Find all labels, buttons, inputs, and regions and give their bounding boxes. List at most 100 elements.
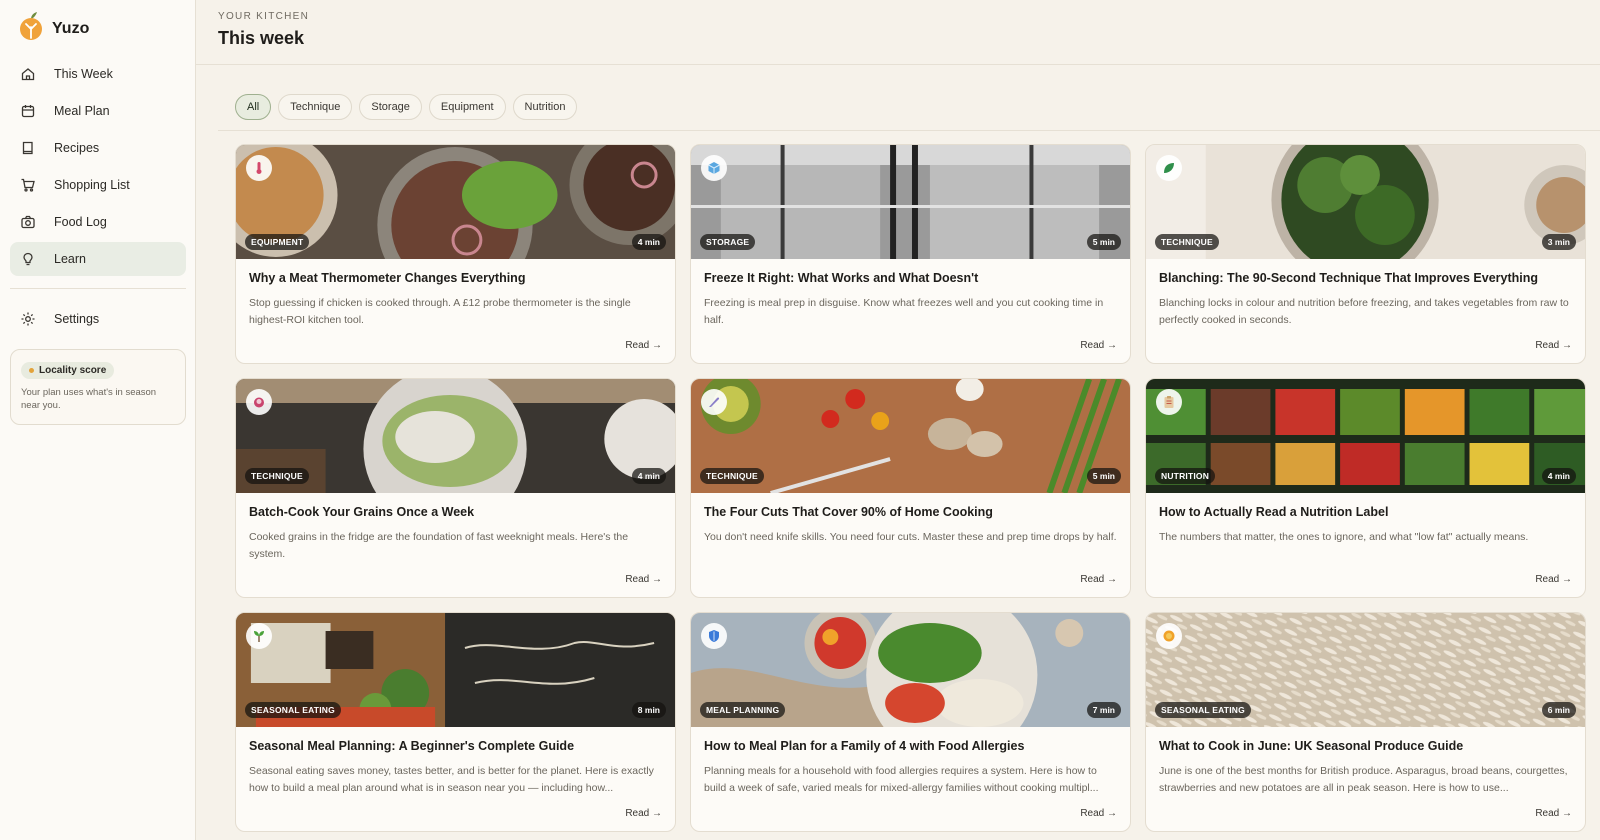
article-description: Planning meals for a household with food… — [704, 765, 1099, 794]
article-card[interactable]: TECHNIQUE 3 min Blanching: The 90-Second… — [1145, 144, 1586, 364]
article-image: MEAL PLANNING 7 min — [691, 613, 1130, 727]
shield-icon — [701, 623, 727, 649]
seedling-icon — [246, 623, 272, 649]
category-badge: NUTRITION — [1155, 468, 1216, 484]
read-link[interactable]: Read → — [625, 808, 662, 819]
sidebar-item-food-log[interactable]: Food Log — [10, 205, 186, 239]
read-link[interactable]: Read → — [1080, 340, 1117, 351]
filter-chip-storage[interactable]: Storage — [359, 94, 422, 120]
sidebar-item-label: Learn — [54, 252, 86, 266]
clipboard-icon — [1156, 389, 1182, 415]
brand-name: Yuzo — [52, 19, 90, 37]
sun-gear-icon — [20, 311, 36, 327]
article-image: TECHNIQUE 3 min — [1146, 145, 1585, 259]
article-card[interactable]: SEASONAL EATING 6 min What to Cook in Ju… — [1145, 612, 1586, 832]
sidebar-item-shopping-list[interactable]: Shopping List — [10, 168, 186, 202]
article-title: What to Cook in June: UK Seasonal Produc… — [1159, 739, 1464, 753]
category-badge: EQUIPMENT — [245, 234, 310, 250]
duration-badge: 4 min — [631, 234, 666, 250]
sun-icon — [1156, 623, 1182, 649]
article-description: Cooked grains in the fridge are the foun… — [249, 531, 629, 560]
cart-icon — [20, 177, 36, 193]
article-description: The numbers that matter, the ones to ign… — [1159, 531, 1529, 543]
sidebar-item-label: Recipes — [54, 141, 100, 155]
article-image: STORAGE 5 min — [691, 145, 1130, 259]
article-image: TECHNIQUE 4 min — [236, 379, 675, 493]
read-link[interactable]: Read → — [1535, 808, 1572, 819]
locality-score-text: Your plan uses what's in season near you… — [21, 387, 157, 411]
page-eyebrow: YOUR KITCHEN — [218, 11, 310, 22]
brand[interactable]: Yuzo — [18, 12, 89, 45]
article-title: The Four Cuts That Cover 90% of Home Coo… — [704, 505, 993, 519]
filter-chip-equipment[interactable]: Equipment — [428, 94, 506, 120]
duration-badge: 4 min — [631, 468, 666, 484]
article-card[interactable]: MEAL PLANNING 7 min How to Meal Plan for… — [690, 612, 1131, 832]
article-card[interactable]: TECHNIQUE 4 min Batch-Cook Your Grains O… — [235, 378, 676, 598]
sidebar-item-settings[interactable]: Settings — [10, 302, 186, 336]
filter-chip-all[interactable]: All — [235, 94, 272, 120]
book-icon — [20, 140, 36, 156]
bowl-icon — [246, 389, 272, 415]
article-title: How to Meal Plan for a Family of 4 with … — [704, 739, 1025, 753]
article-description: Stop guessing if chicken is cooked throu… — [249, 297, 631, 326]
knife-icon — [701, 389, 727, 415]
duration-badge: 5 min — [1086, 234, 1121, 250]
duration-badge: 8 min — [631, 702, 666, 718]
locality-score-badge: Locality score — [21, 362, 115, 379]
duration-badge: 7 min — [1086, 702, 1121, 718]
duration-badge: 3 min — [1541, 234, 1576, 250]
category-badge: SEASONAL EATING — [245, 702, 341, 718]
article-image: SEASONAL EATING 8 min — [236, 613, 675, 727]
thermometer-icon — [246, 155, 272, 181]
article-image: SEASONAL EATING 6 min — [1146, 613, 1585, 727]
category-badge: TECHNIQUE — [1155, 234, 1219, 250]
sidebar-nav: This Week Meal Plan Recipes Shopping Lis… — [10, 57, 186, 279]
sidebar-item-label: This Week — [54, 67, 113, 81]
page-header: YOUR KITCHEN This week — [196, 0, 1600, 65]
category-badge: MEAL PLANNING — [700, 702, 786, 718]
filter-chip-technique[interactable]: Technique — [278, 94, 353, 120]
sidebar-item-learn[interactable]: Learn — [10, 242, 186, 276]
filter-chip-nutrition[interactable]: Nutrition — [512, 94, 578, 120]
home-icon — [20, 66, 36, 82]
read-link[interactable]: Read → — [1080, 808, 1117, 819]
article-description: Freezing is meal prep in disguise. Know … — [704, 297, 1104, 326]
read-link[interactable]: Read → — [1080, 574, 1117, 585]
article-title: Freeze It Right: What Works and What Doe… — [704, 271, 979, 285]
article-card[interactable]: SEASONAL EATING 8 min Seasonal Meal Plan… — [235, 612, 676, 832]
category-badge: STORAGE — [700, 234, 756, 250]
article-title: Blanching: The 90-Second Technique That … — [1159, 271, 1538, 285]
read-link[interactable]: Read → — [625, 574, 662, 585]
article-card[interactable]: NUTRITION 4 min How to Actually Read a N… — [1145, 378, 1586, 598]
article-image: NUTRITION 4 min — [1146, 379, 1585, 493]
article-card[interactable]: TECHNIQUE 5 min The Four Cuts That Cover… — [690, 378, 1131, 598]
article-card[interactable]: STORAGE 5 min Freeze It Right: What Work… — [690, 144, 1131, 364]
sidebar-item-label: Food Log — [54, 215, 107, 229]
sidebar-item-label: Settings — [54, 312, 100, 326]
article-card[interactable]: EQUIPMENT 4 min Why a Meat Thermometer C… — [235, 144, 676, 364]
calendar-icon — [20, 103, 36, 119]
locality-score-label: Locality score — [39, 365, 107, 376]
sidebar: Yuzo This Week Meal Plan Recipes Shoppin… — [0, 0, 196, 840]
sidebar-item-this-week[interactable]: This Week — [10, 57, 186, 91]
article-image: EQUIPMENT 4 min — [236, 145, 675, 259]
camera-icon — [20, 214, 36, 230]
article-description: Seasonal eating saves money, tastes bett… — [249, 765, 654, 794]
duration-badge: 4 min — [1541, 468, 1576, 484]
article-title: Seasonal Meal Planning: A Beginner's Com… — [249, 739, 575, 753]
ice-cube-icon — [701, 155, 727, 181]
sidebar-item-recipes[interactable]: Recipes — [10, 131, 186, 165]
category-badge: TECHNIQUE — [245, 468, 309, 484]
filter-chips: All Technique Storage Equipment Nutritio… — [235, 94, 584, 120]
sidebar-settings: Settings — [10, 302, 186, 339]
locality-score-card[interactable]: Locality score Your plan uses what's in … — [10, 349, 186, 425]
article-description: Blanching locks in colour and nutrition … — [1159, 297, 1569, 326]
sidebar-item-meal-plan[interactable]: Meal Plan — [10, 94, 186, 128]
filter-divider — [218, 130, 1600, 131]
status-dot-icon — [29, 368, 34, 373]
read-link[interactable]: Read → — [1535, 574, 1572, 585]
yuzo-logo-icon — [18, 12, 44, 45]
read-link[interactable]: Read → — [625, 340, 662, 351]
lightbulb-icon — [20, 251, 36, 267]
read-link[interactable]: Read → — [1535, 340, 1572, 351]
